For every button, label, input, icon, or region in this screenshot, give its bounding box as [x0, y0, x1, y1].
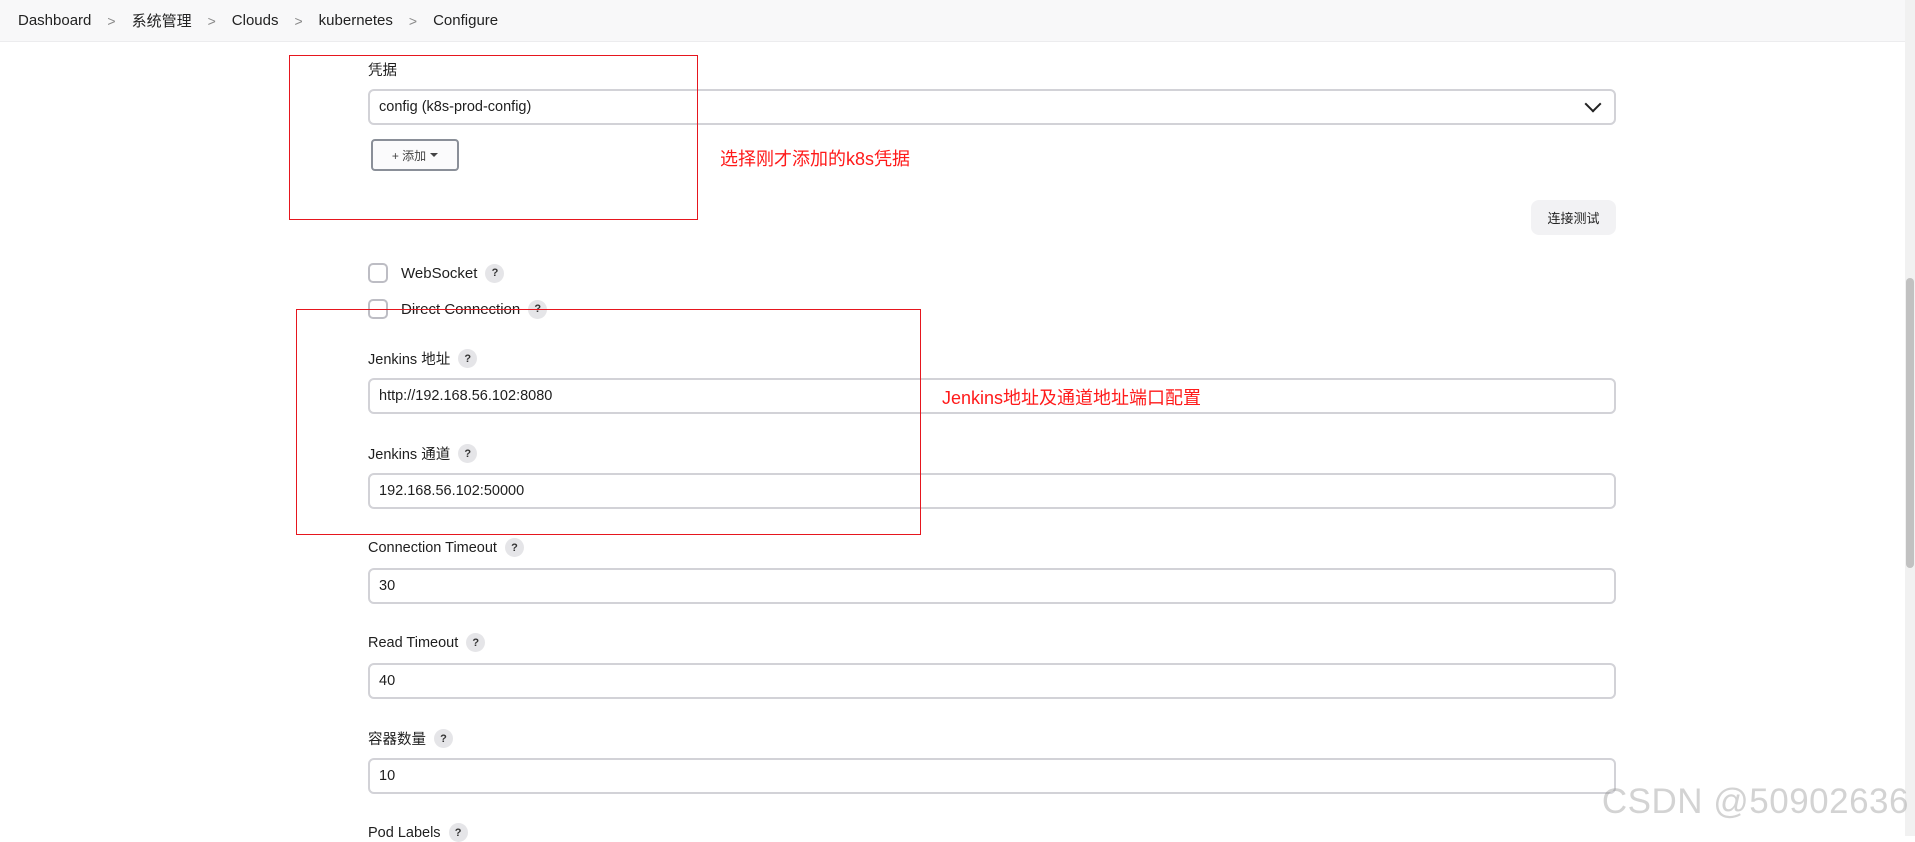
credentials-select[interactable]: config (k8s-prod-config)	[368, 89, 1616, 125]
breadcrumb-dashboard[interactable]: Dashboard	[18, 12, 91, 29]
container-cap-label: 容器数量	[368, 732, 426, 748]
caret-down-icon	[430, 153, 439, 157]
jenkins-tunnel-input[interactable]	[368, 473, 1616, 509]
help-icon[interactable]: ?	[504, 538, 524, 557]
credentials-selected-value: config (k8s-prod-config)	[379, 99, 532, 115]
websocket-checkbox[interactable]	[368, 263, 388, 283]
breadcrumb: Dashboard > 系统管理 > Clouds > kubernetes >…	[0, 0, 1905, 42]
credentials-annotation-box	[289, 55, 698, 220]
chevron-right-icon: >	[207, 12, 216, 29]
connection-timeout-label-row: Connection Timeout ?	[368, 538, 524, 557]
help-icon[interactable]: ?	[458, 349, 478, 368]
chevron-right-icon: >	[294, 12, 303, 29]
help-icon[interactable]: ?	[458, 444, 478, 463]
add-credentials-button[interactable]: + 添加	[371, 139, 459, 171]
help-icon[interactable]: ?	[448, 823, 468, 842]
direct-connection-checkbox[interactable]	[368, 299, 388, 319]
credentials-annotation-text: 选择刚才添加的k8s凭据	[720, 149, 911, 169]
help-icon[interactable]: ?	[434, 729, 453, 748]
read-timeout-input[interactable]	[368, 663, 1616, 699]
jenkins-url-label-row: Jenkins 地址 ?	[368, 348, 478, 369]
watermark: CSDN @50902636	[1601, 782, 1909, 821]
test-connection-button[interactable]: 连接测试	[1531, 200, 1616, 235]
read-timeout-label: Read Timeout	[368, 634, 459, 651]
help-icon[interactable]: ?	[528, 299, 548, 319]
websocket-row: WebSocket ?	[368, 263, 505, 283]
container-cap-input[interactable]	[368, 758, 1616, 794]
add-credentials-label: + 添加	[391, 148, 427, 163]
connection-timeout-input[interactable]	[368, 568, 1616, 604]
read-timeout-label-row: Read Timeout ?	[368, 633, 486, 652]
jenkins-annotation-text: Jenkins地址及通道地址端口配置	[942, 388, 1202, 408]
breadcrumb-clouds[interactable]: Clouds	[232, 12, 279, 29]
breadcrumb-kubernetes[interactable]: kubernetes	[319, 12, 393, 29]
jenkins-tunnel-label: Jenkins 通道	[368, 447, 451, 463]
breadcrumb-manage[interactable]: 系统管理	[132, 10, 192, 31]
websocket-label: WebSocket	[401, 264, 478, 282]
direct-connection-row: Direct Connection ?	[368, 299, 548, 319]
scrollbar-thumb[interactable]	[1906, 278, 1914, 568]
chevron-right-icon: >	[408, 12, 418, 29]
vertical-scrollbar[interactable]	[1905, 0, 1915, 836]
jenkins-tunnel-label-row: Jenkins 通道 ?	[368, 443, 478, 464]
jenkins-url-label: Jenkins 地址	[368, 352, 451, 368]
pod-labels-label-row: Pod Labels ?	[368, 823, 468, 842]
chevron-down-icon	[1584, 95, 1602, 113]
container-cap-label-row: 容器数量 ?	[368, 728, 453, 749]
pod-labels-label: Pod Labels	[368, 824, 441, 841]
direct-connection-label: Direct Connection	[401, 300, 521, 318]
help-icon[interactable]: ?	[485, 263, 505, 283]
chevron-right-icon: >	[107, 12, 116, 29]
credentials-label: 凭据	[368, 63, 397, 79]
help-icon[interactable]: ?	[466, 633, 486, 652]
connection-timeout-label: Connection Timeout	[368, 539, 497, 556]
breadcrumb-configure[interactable]: Configure	[433, 12, 498, 29]
